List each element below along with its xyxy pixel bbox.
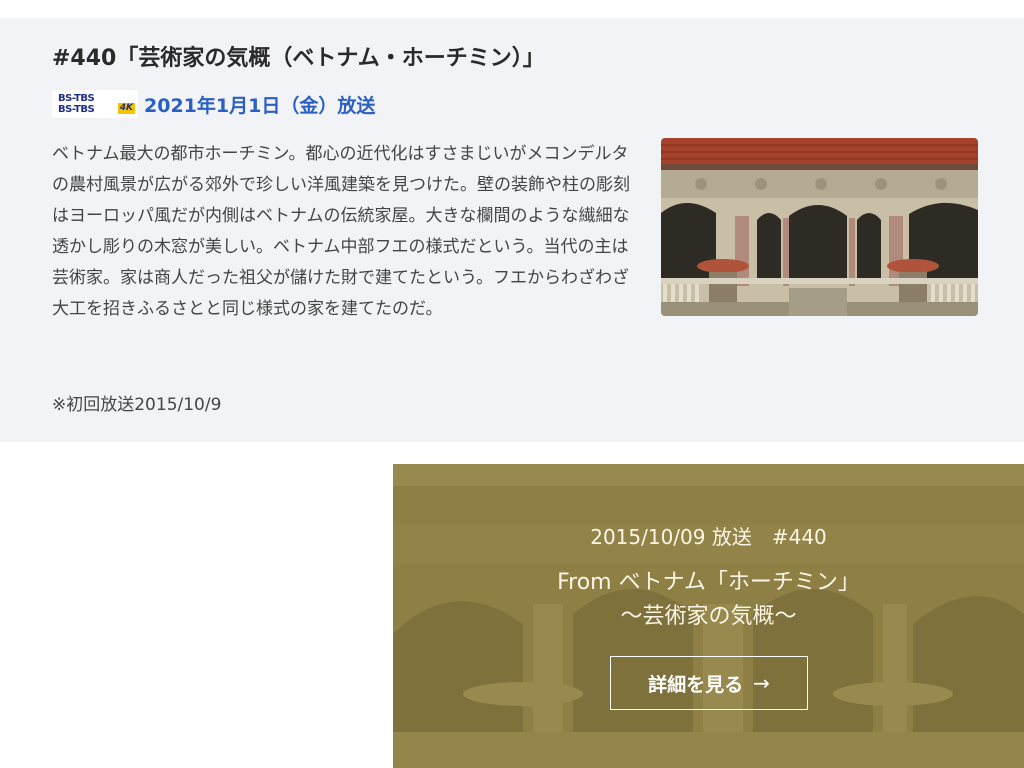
promo-title-line1: From ベトナム「ホーチミン」 bbox=[557, 570, 860, 595]
channel-logo-4k-badge: 4K bbox=[117, 103, 135, 114]
air-date: 2021年1月1日（金）放送 bbox=[144, 94, 376, 117]
channel-logo-text: BS-TBS BS-TBS bbox=[58, 93, 95, 115]
view-details-button[interactable]: 詳細を見る → bbox=[610, 656, 808, 710]
bs-tbs-channel-logo: BS-TBS BS-TBS 4K bbox=[52, 90, 138, 118]
episode-panel: #440「芸術家の気概（ベトナム・ホーチミン）」 BS-TBS BS-TBS 4… bbox=[0, 18, 1024, 442]
view-details-label: 詳細を見る bbox=[648, 673, 744, 696]
episode-description: ベトナム最大の都市ホーチミン。都心の近代化はすさまじいがメコンデルタの農村風景が… bbox=[52, 144, 630, 319]
broadcast-info: BS-TBS BS-TBS 4K 2021年1月1日（金）放送 bbox=[52, 90, 375, 118]
promo-air-date: 2015/10/09 放送 #440 bbox=[590, 525, 827, 549]
first-air-note: ※初回放送2015/10/9 bbox=[52, 395, 222, 415]
house-photo bbox=[661, 138, 978, 316]
arrow-right-icon: → bbox=[753, 671, 770, 695]
promo-banner: 2015/10/09 放送 #440 From ベトナム「ホーチミン」 ～芸術家… bbox=[393, 464, 1024, 768]
episode-title: #440「芸術家の気概（ベトナム・ホーチミン）」 bbox=[52, 46, 545, 71]
promo-title-line2: ～芸術家の気概～ bbox=[620, 604, 797, 629]
channel-logo-line2: BS-TBS bbox=[58, 104, 95, 115]
channel-logo-line1: BS-TBS bbox=[58, 93, 95, 104]
